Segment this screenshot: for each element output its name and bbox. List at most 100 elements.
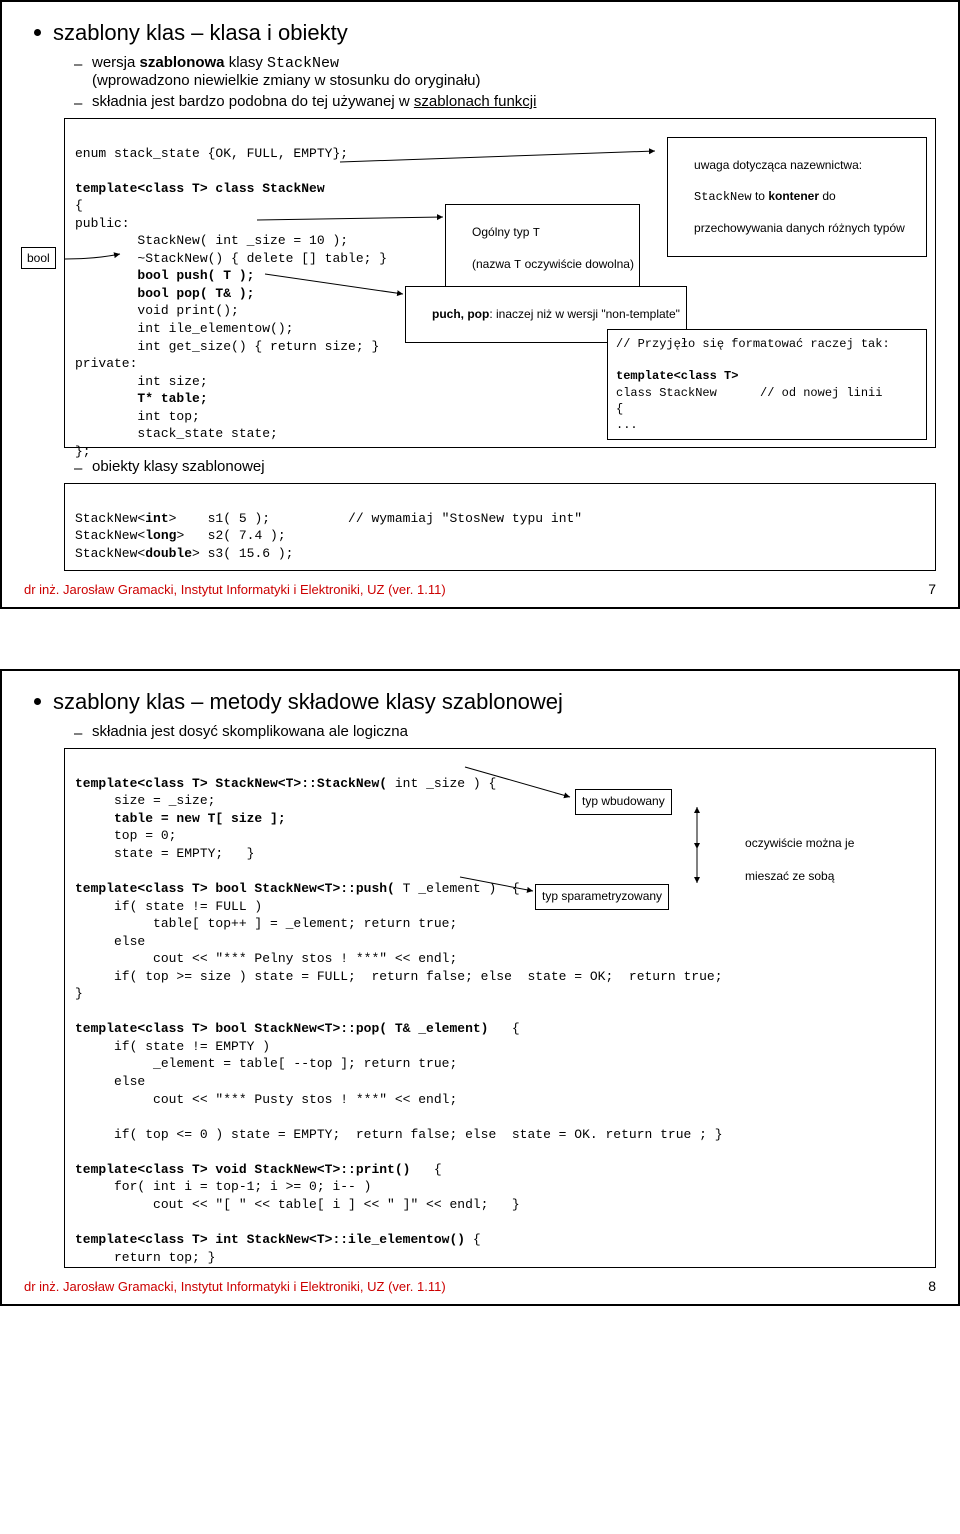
code-line: int _size ) { (387, 776, 496, 791)
dash-icon: – (74, 460, 84, 477)
code-line: if( top >= size ) state = FULL; return f… (75, 969, 723, 984)
code-line: { (75, 198, 83, 213)
page-number: 7 (928, 581, 936, 597)
code-line: bool push( T ); (75, 268, 254, 283)
code-line: stack_state state; (75, 426, 278, 441)
slide1-sub1: – wersja szablonowa klasy StackNew (wpro… (74, 54, 936, 89)
code-line: size = _size; (75, 793, 215, 808)
text: do (819, 189, 836, 203)
code-line: _element = table[ --top ]; return true; (75, 1056, 457, 1071)
code-line: int top; (75, 409, 200, 424)
code-line: } (75, 986, 83, 1001)
code-line: template<class T> bool StackNew<T>::pop(… (75, 1021, 488, 1036)
code-line: int size; (75, 374, 208, 389)
code-line: T _element ) (395, 881, 496, 896)
code-line: template<class T> bool StackNew<T>::push… (75, 881, 395, 896)
code-line: template<class T> StackNew<T>::StackNew( (75, 776, 387, 791)
code-line: else (75, 934, 145, 949)
slide-1: szablony klas – klasa i obiekty – wersja… (0, 0, 960, 609)
slide1-sub3-text: obiekty klasy szablonowej (92, 458, 936, 475)
code-line: StackNew< (75, 546, 145, 561)
text-mono: StackNew (267, 55, 339, 72)
slide1-sub3: – obiekty klasy szablonowej (74, 458, 936, 477)
code-line: cout << "[ " << table[ i ] << " ]" << en… (75, 1197, 520, 1212)
code-line: public: (75, 216, 130, 231)
dash-icon: – (74, 56, 84, 73)
code-line: double (145, 546, 192, 561)
code-line: { (465, 1232, 481, 1247)
code-line: top = 0; (75, 828, 176, 843)
code-line: { (410, 1162, 441, 1177)
note-mix: oczywiście można je mieszać ze sobą (725, 819, 885, 900)
code-line: template<class T> (75, 181, 208, 196)
code-line: { (496, 881, 519, 896)
code-line: int (145, 511, 168, 526)
slide1-sub1-text: wersja szablonowa klasy StackNew (wprowa… (92, 54, 936, 89)
text: oczywiście dowolna) (521, 257, 634, 271)
code-line: bool pop( T& ); (75, 286, 254, 301)
code-box-class-decl: enum stack_state {OK, FULL, EMPTY}; temp… (64, 118, 936, 448)
code-line: // Przyjęło się formatować raczej tak: (616, 337, 890, 351)
code-line: void print(); (75, 303, 239, 318)
code-line: { (488, 1021, 519, 1036)
text: (wprowadzono niewielkie zmiany w stosunk… (92, 72, 481, 89)
text-bold: szablonowa (140, 54, 225, 71)
slide1-footer: dr inż. Jarosław Gramacki, Instytut Info… (24, 581, 936, 597)
code-line: if( top <= 0 ) state = EMPTY; return fal… (75, 1127, 723, 1142)
code-line: cout << "*** Pusty stos ! ***" << endl; (75, 1092, 457, 1107)
code-line: class StackNew (208, 181, 325, 196)
slide2-title: szablony klas – metody składowe klasy sz… (53, 689, 563, 715)
slide2-sub1: – składnia jest dosyć skomplikowana ale … (74, 723, 936, 742)
text: wersja (92, 54, 140, 71)
text: składnia jest bardzo podobna do tej używ… (92, 93, 414, 110)
code-line: table = new T[ size ]; (75, 811, 286, 826)
slide1-title: szablony klas – klasa i obiekty (53, 20, 348, 46)
note-type-t: Ogólny typ T (nazwa T oczywiście dowolna… (445, 204, 640, 294)
note-naming: uwaga dotycząca nazewnictwa: StackNew to… (667, 137, 927, 257)
text-underline: szablonach funkcji (414, 93, 537, 110)
code-line: class StackNew // od nowej linii (616, 386, 882, 400)
code-line: ~StackNew() { delete [] table; } (75, 251, 387, 266)
code-line: else (75, 1074, 145, 1089)
text: uwaga dotycząca nazewnictwa: (694, 158, 862, 172)
code-line: if( state != EMPTY ) (75, 1039, 270, 1054)
code-line: T* table; (75, 391, 208, 406)
code-line: StackNew< (75, 511, 145, 526)
code-line: for( int i = top-1; i >= 0; i-- ) (75, 1179, 371, 1194)
code-line: table[ top++ ] = _element; return true; (75, 916, 457, 931)
code-line: }; (75, 444, 91, 459)
text: (nazwa (472, 257, 514, 271)
code-line: > s2( 7.4 ); (176, 528, 285, 543)
dash-icon: – (74, 725, 84, 742)
code-line: > s3( 15.6 ); (192, 546, 293, 561)
text: to (752, 189, 769, 203)
bullet-icon (34, 698, 41, 705)
text-mono: T (533, 226, 540, 240)
slide-2: szablony klas – metody składowe klasy sz… (0, 669, 960, 1306)
text: oczywiście można je (745, 836, 854, 850)
code-line: template<class T> int StackNew<T>::ile_e… (75, 1232, 465, 1247)
text-bold: kontener (768, 189, 819, 203)
code-line: long (145, 528, 176, 543)
code-line: StackNew( int _size = 10 ); (75, 233, 348, 248)
bullet-icon (34, 29, 41, 36)
slide2-sub1-text: składnia jest dosyć skomplikowana ale lo… (92, 723, 936, 740)
slide1-sub2: – składnia jest bardzo podobna do tej uż… (74, 93, 936, 112)
page-number: 8 (928, 1278, 936, 1294)
text: przechowywania danych różnych typów (694, 221, 905, 235)
slide2-title-row: szablony klas – metody składowe klasy sz… (34, 689, 936, 715)
code-line: template<class T> void StackNew<T>::prin… (75, 1162, 410, 1177)
slide2-footer: dr inż. Jarosław Gramacki, Instytut Info… (24, 1278, 936, 1294)
code-box-methods: template<class T> StackNew<T>::StackNew(… (64, 748, 936, 1268)
code-line: return top; } (75, 1250, 215, 1265)
text: : inaczej niż w wersji "non-template" (489, 307, 680, 321)
code-line: private: (75, 356, 137, 371)
code-line: template<class T> (616, 369, 738, 383)
slide1-sub2-text: składnia jest bardzo podobna do tej używ… (92, 93, 936, 110)
code-box-objects: StackNew<int> s1( 5 ); // wymamiaj "Stos… (64, 483, 936, 571)
note-param-type: typ sparametryzowany (535, 884, 669, 910)
text: mieszać ze sobą (745, 869, 834, 883)
note-builtin-type: typ wbudowany (575, 789, 672, 815)
code-line: enum stack_state {OK, FULL, EMPTY}; (75, 146, 348, 161)
code-line: int ile_elementow(); (75, 321, 293, 336)
